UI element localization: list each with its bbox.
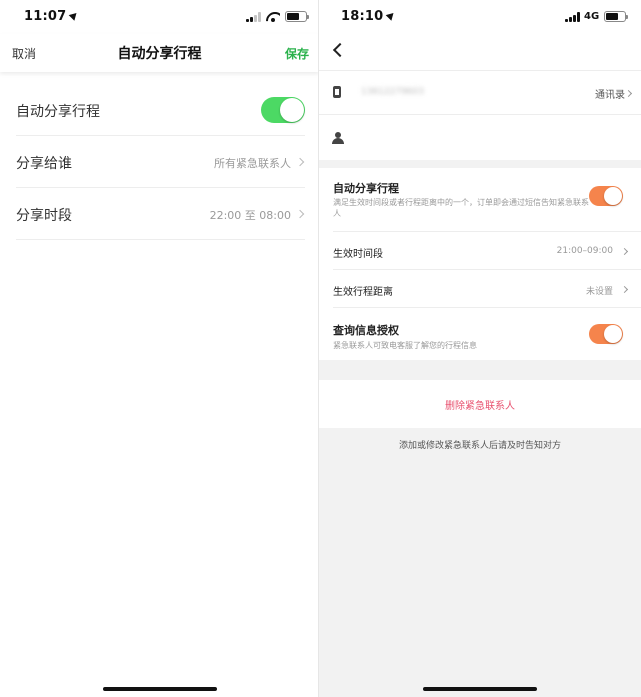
- status-time-text: 11:07: [24, 9, 67, 24]
- share-to-value: 所有紧急联系人: [214, 157, 291, 170]
- auto-share-toggle[interactable]: [589, 186, 623, 206]
- effective-time-row[interactable]: 生效时间段 21:00–09:00: [333, 232, 641, 270]
- chevron-right-icon: [295, 157, 305, 167]
- header-area: 18:10 4G: [319, 0, 641, 70]
- toggle-knob: [604, 187, 622, 205]
- location-arrow-icon: [69, 10, 80, 21]
- battery-icon: [285, 11, 309, 22]
- page-title: 自动分享行程: [117, 46, 202, 62]
- status-time: 11:07: [24, 9, 80, 24]
- chevron-right-icon: [620, 247, 629, 256]
- chevron-right-icon: [295, 209, 305, 219]
- toggle-knob: [280, 98, 304, 122]
- status-time: 18:10: [341, 9, 397, 24]
- share-period-value: 22:00 至 08:00: [209, 209, 291, 222]
- home-indicator: [103, 687, 217, 691]
- phone-row[interactable]: 13612279603 通讯录: [319, 70, 641, 115]
- home-indicator: [423, 687, 537, 691]
- chevron-right-icon: [620, 285, 629, 294]
- chevron-right-icon: [624, 89, 633, 98]
- effective-time-value: 21:00–09:00: [556, 246, 613, 256]
- share-period-label: 分享时段: [16, 208, 72, 224]
- status-bar: 18:10 4G: [319, 0, 641, 34]
- delete-contact-button[interactable]: 删除紧急联系人: [319, 397, 641, 412]
- effective-distance-row[interactable]: 生效行程距离 未设置: [333, 270, 641, 308]
- toggle-knob: [604, 325, 622, 343]
- location-arrow-icon: [386, 10, 397, 21]
- auto-share-toggle[interactable]: [261, 97, 305, 123]
- share-to-label: 分享给谁: [16, 156, 72, 172]
- phone-icon: [333, 86, 341, 98]
- auto-share-label: 自动分享行程: [16, 104, 100, 120]
- status-time-text: 18:10: [341, 9, 384, 24]
- right-screen: 18:10 4G 13612279603 通讯录 自动分享行程 满足生效时间段或…: [319, 0, 641, 697]
- effective-distance-label: 生效行程距离: [333, 287, 393, 298]
- effective-time-label: 生效时间段: [333, 249, 383, 260]
- signal-icon: [565, 12, 581, 22]
- nav-bar: [319, 34, 641, 70]
- person-icon: [332, 132, 344, 144]
- left-screen: 11:07 取消 自动分享行程 保存 自动分享行程 分享给谁 所有紧急联系人 分…: [0, 0, 319, 697]
- name-row[interactable]: [319, 115, 641, 160]
- nav-bar: 取消 自动分享行程 保存: [0, 34, 319, 72]
- status-bar: 11:07: [0, 0, 319, 34]
- effective-distance-value: 未设置: [585, 287, 613, 297]
- phone-number[interactable]: 13612279603: [361, 87, 424, 97]
- share-to-row[interactable]: 分享给谁 所有紧急联系人: [16, 136, 305, 188]
- network-label: 4G: [584, 11, 600, 22]
- query-auth-toggle[interactable]: [589, 324, 623, 344]
- wifi-icon: [266, 12, 280, 22]
- share-period-row[interactable]: 分享时段 22:00 至 08:00: [16, 188, 305, 240]
- auto-share-row: 自动分享行程: [16, 84, 305, 136]
- save-button[interactable]: 保存: [285, 45, 309, 62]
- auto-share-title: 自动分享行程: [333, 182, 399, 195]
- query-auth-description: 紧急联系人可致电客服了解您的行程信息: [333, 341, 477, 350]
- battery-icon: [604, 11, 628, 22]
- query-auth-title: 查询信息授权: [333, 324, 399, 337]
- signal-icon: [246, 12, 262, 22]
- auto-share-row: 自动分享行程 满足生效时间段或者行程距离中的一个，订单即会通过短信告知紧急联系人: [333, 168, 641, 232]
- footer-note: 添加或修改紧急联系人后请及时告知对方: [398, 441, 561, 451]
- delete-card: 删除紧急联系人: [319, 380, 641, 428]
- back-icon[interactable]: [332, 42, 348, 58]
- auto-share-description: 满足生效时间段或者行程距离中的一个，订单即会通过短信告知紧急联系人: [333, 198, 589, 218]
- settings-card: 自动分享行程 满足生效时间段或者行程距离中的一个，订单即会通过短信告知紧急联系人…: [319, 168, 641, 360]
- query-auth-row: 查询信息授权 紧急联系人可致电客服了解您的行程信息: [333, 308, 641, 360]
- contacts-link[interactable]: 通讯录: [595, 86, 625, 101]
